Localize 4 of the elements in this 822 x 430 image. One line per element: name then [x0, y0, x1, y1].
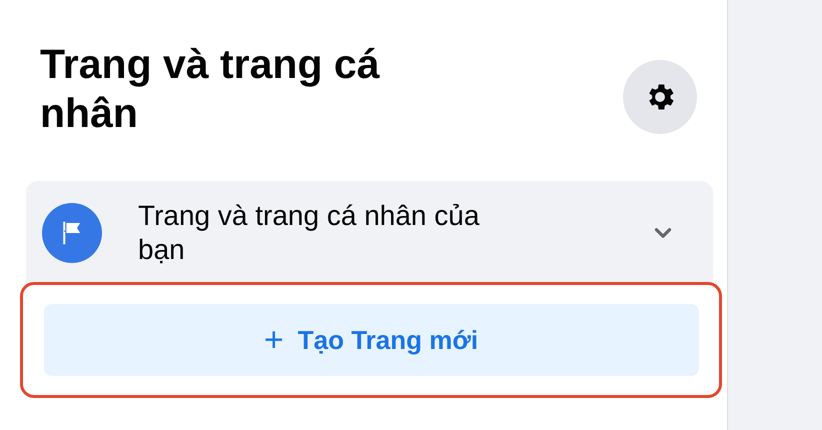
create-page-button[interactable]: + Tạo Trang mới: [44, 304, 698, 376]
page-title: Trang và trang cá nhân: [40, 40, 381, 138]
pages-menu-item[interactable]: Trang và trang cá nhân của bạn: [26, 181, 713, 285]
menu-item-label: Trang và trang cá nhân của bạn: [138, 199, 480, 267]
